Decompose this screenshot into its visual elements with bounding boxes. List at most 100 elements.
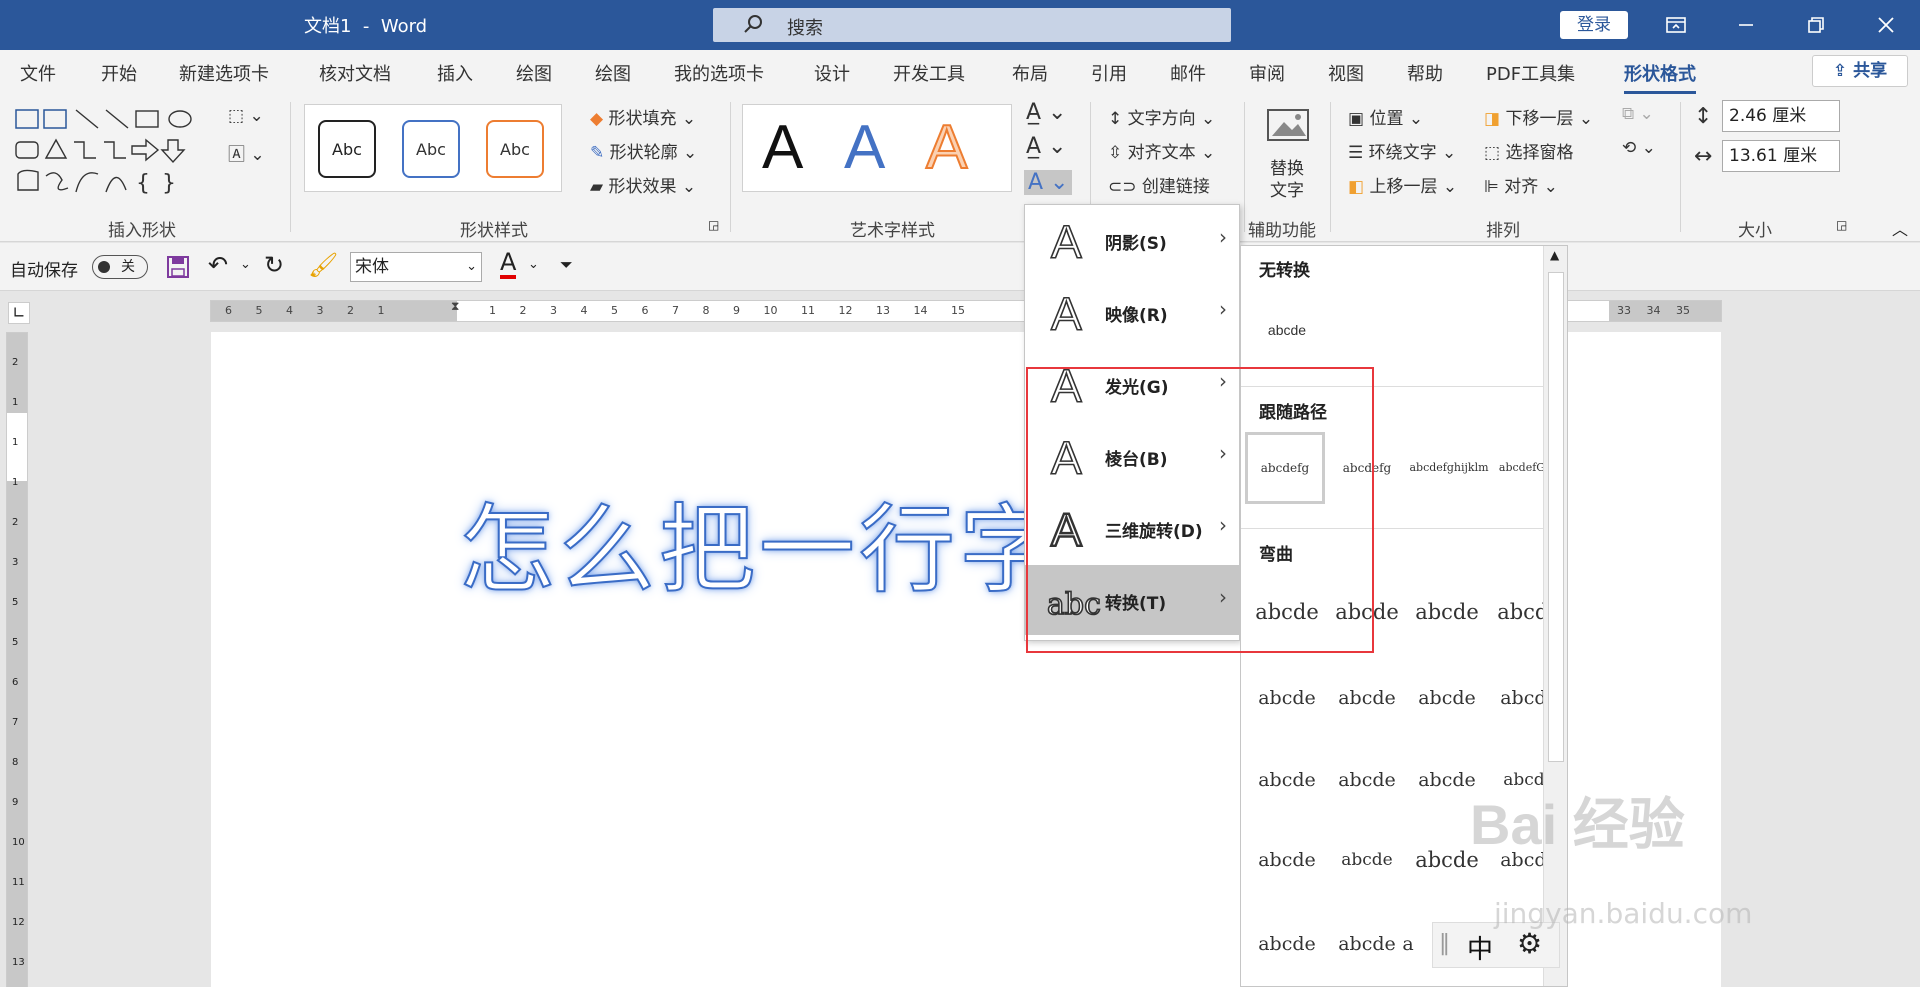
warp-sample[interactable]: abcde: [1247, 824, 1327, 896]
wordart-style-blue[interactable]: A: [844, 112, 885, 183]
warp-sample[interactable]: abcde: [1327, 824, 1407, 896]
text-direction-button[interactable]: ↕ 文字方向 ⌄: [1108, 104, 1215, 129]
alt-text-line2[interactable]: 文字: [1270, 176, 1304, 201]
width-input[interactable]: 13.61 厘米: [1722, 140, 1840, 172]
font-color-icon[interactable]: A: [500, 249, 517, 279]
send-backward-button[interactable]: ◨ 下移一层 ⌄: [1484, 104, 1593, 129]
tab-proofread[interactable]: 核对文档: [319, 60, 391, 86]
warp-sample[interactable]: abcde: [1247, 744, 1327, 816]
text-box-icon[interactable]: 🄰 ⌄: [228, 140, 265, 165]
menu-item-transform[interactable]: abc 转换(T) ›: [1025, 565, 1239, 635]
tab-my-tab[interactable]: 我的选项卡: [674, 60, 764, 86]
rotate-icon[interactable]: ⟲ ⌄: [1622, 138, 1656, 158]
transform-arch-up[interactable]: abcdefg: [1245, 432, 1325, 504]
tab-developer[interactable]: 开发工具: [893, 60, 965, 86]
ribbon-display-icon[interactable]: [1664, 13, 1688, 37]
search-box[interactable]: 搜索: [713, 8, 1231, 42]
gear-icon[interactable]: ⚙: [1517, 927, 1542, 960]
indent-marker-icon[interactable]: ⧗: [451, 299, 459, 314]
menu-item-bevel[interactable]: A 棱台(B) ›: [1025, 421, 1239, 491]
customize-toolbar-icon[interactable]: ⏷: [560, 255, 573, 275]
warp-sample[interactable]: abcde: [1327, 576, 1407, 648]
minimize-icon[interactable]: [1734, 13, 1758, 37]
format-painter-icon[interactable]: 🖌: [308, 251, 338, 279]
tab-design[interactable]: 设计: [814, 60, 850, 86]
undo-dropdown-icon[interactable]: ⌄: [240, 257, 251, 272]
tab-view[interactable]: 视图: [1328, 60, 1364, 86]
tab-shape-format[interactable]: 形状格式: [1624, 60, 1696, 94]
restore-icon[interactable]: [1804, 13, 1828, 37]
autosave-toggle[interactable]: 关: [92, 255, 148, 279]
tab-draw-1[interactable]: 绘图: [516, 60, 552, 86]
selection-pane-button[interactable]: ⬚ 选择窗格: [1484, 138, 1573, 163]
font-color-dropdown-icon[interactable]: ⌄: [528, 257, 539, 272]
shape-fill-button[interactable]: ◆ 形状填充 ⌄: [590, 104, 696, 129]
redo-icon[interactable]: ↻: [264, 251, 284, 279]
shape-style-orange[interactable]: Abc: [486, 120, 544, 178]
ime-drag-handle[interactable]: ‖: [1439, 931, 1450, 956]
edit-shape-icon[interactable]: ⬚ ⌄: [228, 106, 264, 126]
size-dialog-launcher-icon[interactable]: ◲: [1836, 218, 1847, 232]
warp-sample[interactable]: abcde: [1327, 662, 1407, 734]
vertical-ruler[interactable]: 2 1 1 1 2 3 5 5 6 7 8 9 10 11 12 13: [6, 332, 28, 987]
position-button[interactable]: ▣ 位置 ⌄: [1348, 104, 1423, 129]
tab-help[interactable]: 帮助: [1407, 60, 1443, 86]
align-text-button[interactable]: ⇳ 对齐文本 ⌄: [1108, 138, 1215, 163]
shape-effects-button[interactable]: ▰ 形状效果 ⌄: [590, 172, 696, 197]
text-fill-button[interactable]: A̲ ⌄: [1026, 100, 1066, 125]
tab-mailings[interactable]: 邮件: [1170, 60, 1206, 86]
shape-outline-button[interactable]: ✎ 形状轮廓 ⌄: [590, 138, 697, 163]
tab-home[interactable]: 开始: [101, 60, 137, 86]
tab-pdf-tools[interactable]: PDF工具集: [1486, 60, 1575, 86]
scrollbar-thumb[interactable]: [1548, 272, 1564, 762]
undo-icon[interactable]: ↶: [208, 251, 228, 279]
warp-sample[interactable]: abcde: [1247, 908, 1327, 980]
collapse-ribbon-icon[interactable]: ︿: [1892, 216, 1908, 240]
align-button[interactable]: ⊫ 对齐 ⌄: [1484, 172, 1558, 197]
menu-item-3d-rotation[interactable]: A 三维旋转(D) ›: [1025, 493, 1239, 563]
dialog-launcher-icon[interactable]: ◲: [708, 218, 719, 232]
save-icon[interactable]: [166, 255, 190, 279]
bring-forward-button[interactable]: ◧ 上移一层 ⌄: [1348, 172, 1457, 197]
shape-style-black[interactable]: Abc: [318, 120, 376, 178]
create-link-button[interactable]: ⊂⊃ 创建链接: [1108, 172, 1210, 197]
warp-sample[interactable]: abcde: [1247, 576, 1327, 648]
tab-insert[interactable]: 插入: [437, 60, 473, 86]
wrap-text-button[interactable]: ☰ 环绕文字 ⌄: [1348, 138, 1456, 163]
tab-references[interactable]: 引用: [1091, 60, 1127, 86]
shape-gallery[interactable]: { }: [12, 104, 202, 194]
menu-item-shadow[interactable]: A 阴影(S) ›: [1025, 205, 1239, 275]
wordart-style-black[interactable]: A: [762, 112, 803, 183]
tab-file[interactable]: 文件: [20, 60, 56, 86]
warp-sample[interactable]: abcde: [1407, 576, 1487, 648]
transform-none[interactable]: abcde: [1247, 294, 1327, 366]
ime-language-label[interactable]: 中: [1467, 929, 1493, 966]
wordart-text[interactable]: 怎么把一行字: [458, 472, 1059, 611]
gallery-scrollbar[interactable]: ▲: [1543, 246, 1567, 986]
transform-arch-down[interactable]: abcdefg: [1327, 432, 1407, 504]
transform-circle[interactable]: abcdefghijklm: [1409, 432, 1489, 504]
scroll-up-icon[interactable]: ▲: [1550, 248, 1559, 262]
share-button[interactable]: ⇪ 共享: [1812, 55, 1908, 87]
height-input[interactable]: 2.46 厘米: [1722, 100, 1840, 132]
close-icon[interactable]: [1874, 13, 1898, 37]
tab-layout[interactable]: 布局: [1012, 60, 1048, 86]
warp-sample[interactable]: abcde: [1327, 744, 1407, 816]
wordart-style-orange[interactable]: A: [925, 112, 968, 183]
tab-draw-2[interactable]: 绘图: [595, 60, 631, 86]
warp-sample[interactable]: abcde: [1407, 662, 1487, 734]
shape-style-blue[interactable]: Abc: [402, 120, 460, 178]
login-button[interactable]: 登录: [1560, 11, 1628, 39]
text-outline-button[interactable]: A̲ ⌄: [1026, 134, 1066, 159]
tab-review[interactable]: 审阅: [1249, 60, 1285, 86]
warp-sample[interactable]: a: [1393, 908, 1423, 980]
tab-stop-icon[interactable]: ∟: [8, 302, 30, 324]
text-effects-button[interactable]: A ⌄: [1024, 170, 1073, 195]
warp-sample[interactable]: abcde: [1247, 662, 1327, 734]
group-objects-icon[interactable]: ⧉ ⌄: [1622, 104, 1654, 124]
font-name-select[interactable]: 宋体 ⌄: [350, 252, 482, 282]
menu-item-reflection[interactable]: A 映像(R) ›: [1025, 277, 1239, 347]
tab-new-tab[interactable]: 新建选项卡: [179, 60, 269, 86]
alt-text-icon[interactable]: [1266, 108, 1310, 144]
menu-item-glow[interactable]: A 发光(G) ›: [1025, 349, 1239, 419]
